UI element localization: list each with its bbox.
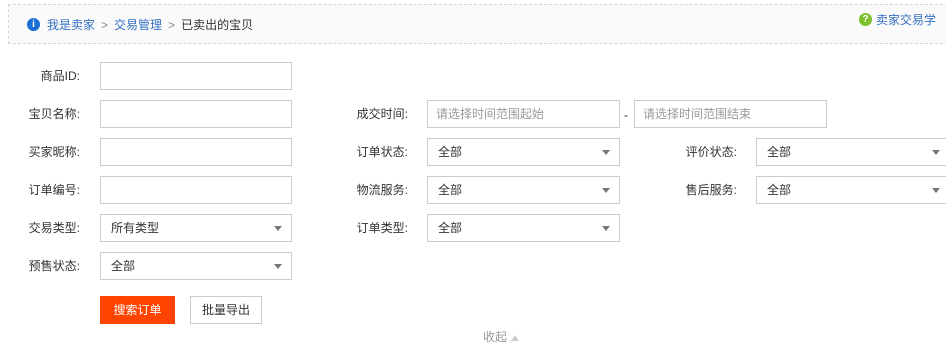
order-status-select[interactable]: 全部 — [427, 138, 620, 166]
aftersale-value: 全部 — [767, 183, 792, 197]
review-status-value: 全部 — [767, 145, 792, 159]
review-status-label: 评价状态: — [685, 145, 737, 159]
order-type-label: 订单类型: — [356, 221, 408, 235]
aftersale-label: 售后服务: — [685, 183, 737, 197]
chevron-down-icon — [274, 264, 282, 269]
trade-type-select[interactable]: 所有类型 — [100, 214, 292, 242]
logistics-select[interactable]: 全部 — [427, 176, 620, 204]
chevron-down-icon — [602, 226, 610, 231]
chevron-down-icon — [602, 150, 610, 155]
order-no-input[interactable] — [100, 176, 292, 204]
chevron-down-icon — [932, 188, 940, 193]
collapse-label: 收起 — [483, 330, 508, 344]
order-status-value: 全部 — [438, 145, 463, 159]
item-name-input[interactable] — [100, 100, 292, 128]
logistics-value: 全部 — [438, 183, 463, 197]
breadcrumb-separator: > — [168, 18, 176, 32]
breadcrumb-bar: i 我是卖家 > 交易管理 > 已卖出的宝贝 — [8, 4, 946, 44]
order-no-label: 订单编号: — [28, 183, 80, 197]
presale-status-select[interactable]: 全部 — [100, 252, 292, 280]
caret-up-icon — [511, 334, 520, 341]
product-id-label: 商品ID: — [40, 69, 80, 83]
logistics-label: 物流服务: — [356, 183, 408, 197]
aftersale-select[interactable]: 全部 — [756, 176, 946, 204]
info-icon: i — [27, 18, 40, 31]
order-status-label: 订单状态: — [356, 145, 408, 159]
breadcrumb-separator: > — [101, 18, 109, 32]
chevron-down-icon — [602, 188, 610, 193]
deal-time-end-input[interactable]: 请选择时间范围结束 — [634, 100, 827, 128]
review-status-select[interactable]: 全部 — [756, 138, 946, 166]
trade-type-value: 所有类型 — [111, 221, 160, 235]
question-icon: ? — [859, 13, 872, 26]
breadcrumb-current: 已卖出的宝贝 — [181, 18, 254, 32]
breadcrumb-link-seller[interactable]: 我是卖家 — [47, 18, 95, 32]
presale-status-value: 全部 — [111, 259, 136, 273]
batch-export-button[interactable]: 批量导出 — [190, 296, 262, 324]
breadcrumb: 我是卖家 > 交易管理 > 已卖出的宝贝 — [47, 18, 253, 32]
deal-time-separator: - — [624, 108, 628, 122]
product-id-input[interactable] — [100, 62, 292, 90]
deal-time-start-input[interactable]: 请选择时间范围起始 — [427, 100, 620, 128]
chevron-down-icon — [274, 226, 282, 231]
order-type-select[interactable]: 全部 — [427, 214, 620, 242]
collapse-toggle[interactable]: 收起 — [483, 330, 520, 344]
presale-status-label: 预售状态: — [28, 259, 80, 273]
chevron-down-icon — [932, 150, 940, 155]
trade-type-label: 交易类型: — [28, 221, 80, 235]
search-orders-button[interactable]: 搜索订单 — [100, 296, 175, 324]
item-name-label: 宝贝名称: — [28, 107, 80, 121]
buyer-nick-input[interactable] — [100, 138, 292, 166]
breadcrumb-link-trade-management[interactable]: 交易管理 — [114, 18, 162, 32]
deal-time-label: 成交时间: — [356, 107, 408, 121]
order-type-value: 全部 — [438, 221, 463, 235]
help-link[interactable]: 卖家交易学 — [876, 13, 936, 27]
help-link-group[interactable]: ? 卖家交易学 — [859, 13, 936, 27]
buyer-nick-label: 买家昵称: — [28, 145, 80, 159]
